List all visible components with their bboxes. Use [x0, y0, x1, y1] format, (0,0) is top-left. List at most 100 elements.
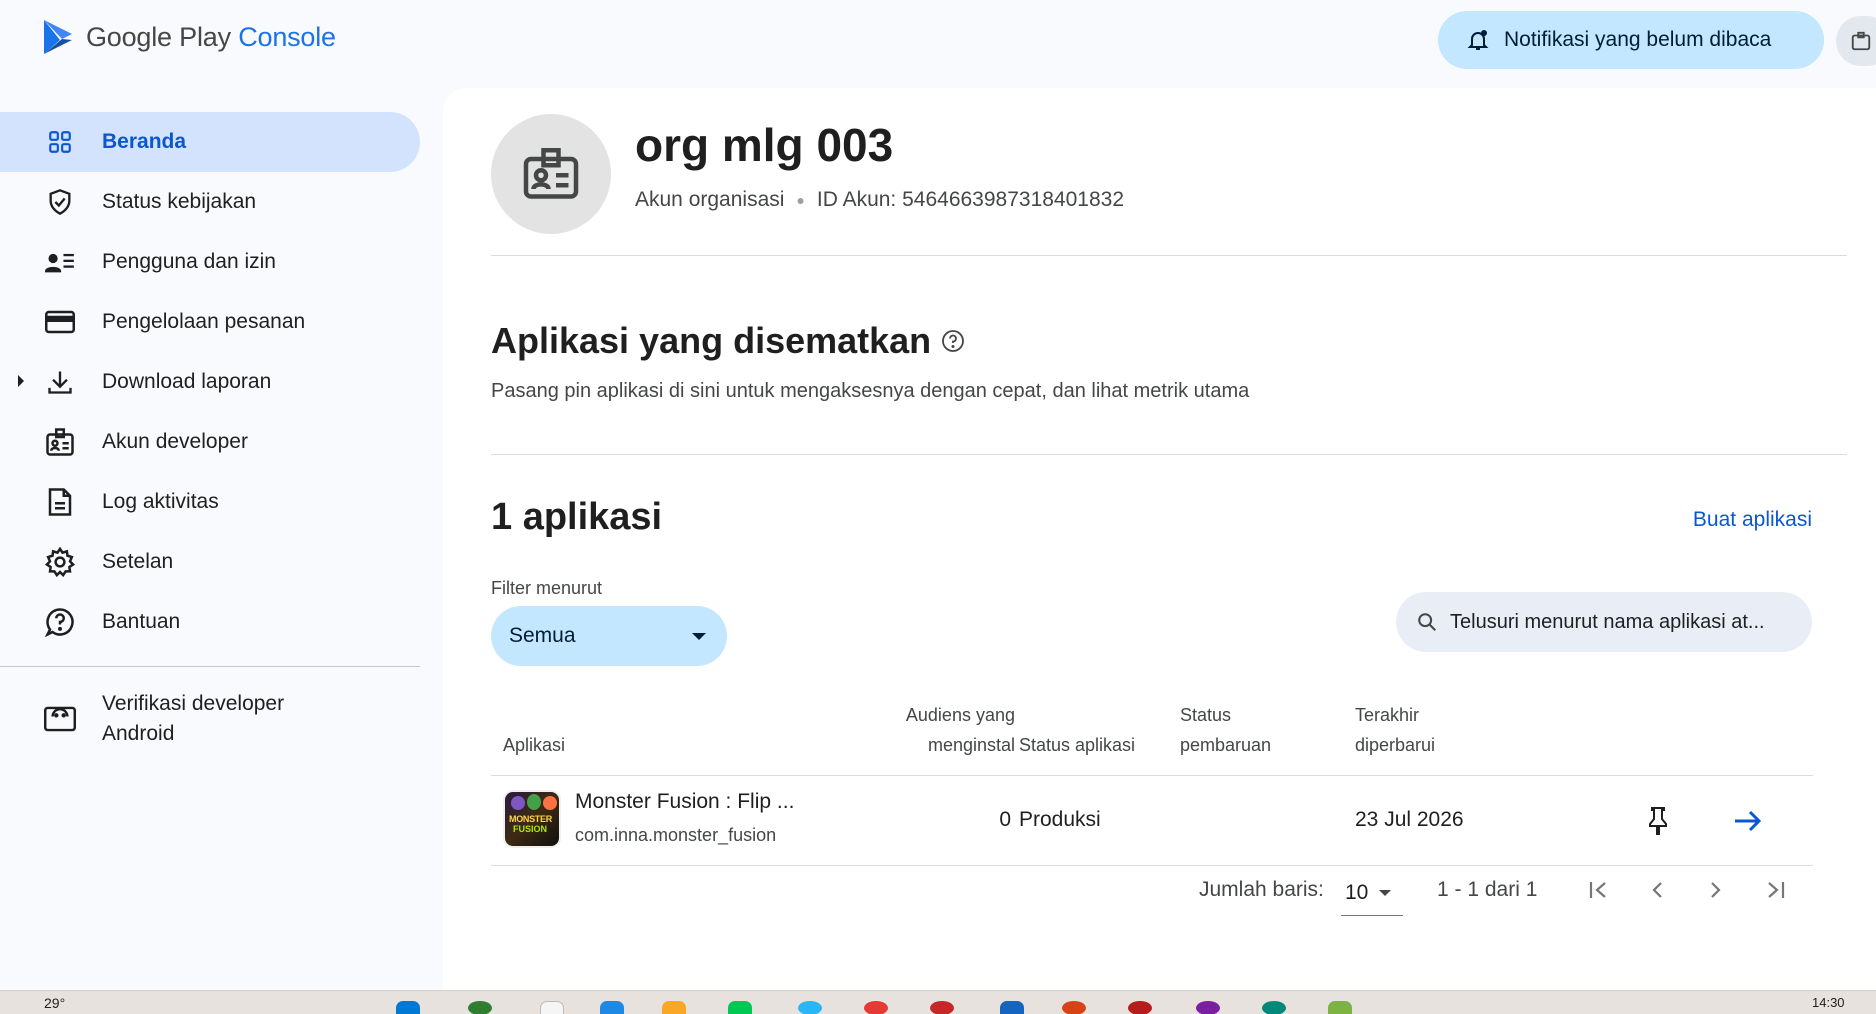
app-icon[interactable]: [1000, 1001, 1024, 1014]
taskbar-clock[interactable]: 14:30: [1812, 995, 1845, 1010]
sidebar-item-verifikasi-developer-android[interactable]: Verifikasi developer Android: [0, 681, 420, 757]
filter-label: Filter menurut: [491, 578, 603, 598]
browser-icon[interactable]: [930, 1001, 954, 1014]
users-list-icon: [44, 246, 76, 278]
unread-notifications-button[interactable]: Notifikasi yang belum dibaca: [1438, 11, 1824, 69]
app-icon[interactable]: [798, 1001, 822, 1014]
app-installs: 0: [999, 808, 1011, 831]
notification-bell-icon: [1467, 30, 1489, 50]
os-taskbar: 29° 14:30: [0, 990, 1876, 1014]
folder-icon[interactable]: [662, 1001, 686, 1014]
notification-button-label: Notifikasi yang belum dibaca: [1504, 28, 1772, 51]
gear-icon: [44, 546, 76, 578]
main-content: org mlg 003 Akun organisasi ● ID Akun: 5…: [443, 88, 1876, 993]
help-circle-icon[interactable]: [941, 329, 965, 353]
sidebar-item-label: Pengguna dan izin: [102, 250, 276, 273]
sidebar-item-pengguna-dan-izin[interactable]: Pengguna dan izin: [0, 232, 420, 292]
account-id: ID Akun: 5464663987318401832: [816, 188, 1125, 211]
arrow-right-icon[interactable]: [1733, 809, 1763, 833]
sidebar-item-label: Bantuan: [102, 610, 181, 633]
monster-green: [527, 794, 541, 810]
browser-icon[interactable]: [1262, 1001, 1286, 1014]
pin-icon[interactable]: [1647, 806, 1669, 836]
app-icon[interactable]: [468, 1001, 492, 1014]
badge-icon: [44, 426, 76, 458]
first-page-button[interactable]: [1581, 872, 1617, 908]
sidebar-item-label: Pengelolaan pesanan: [102, 310, 306, 333]
sidebar-item-pengelolaan-pesanan[interactable]: Pengelolaan pesanan: [0, 292, 420, 352]
search-icon: [1418, 613, 1436, 631]
filter-select-value: Semua: [509, 624, 576, 647]
next-page-button[interactable]: [1698, 872, 1734, 908]
chevron-right-icon: [1711, 882, 1721, 898]
taskbar-weather[interactable]: 29°: [44, 995, 65, 1011]
apps-count-title: 1 aplikasi: [491, 496, 663, 538]
sidebar-item-setelan[interactable]: Setelan: [0, 532, 420, 592]
last-page-icon: [1768, 882, 1785, 898]
logo-google-play: Google Play: [86, 21, 231, 52]
badge-icon: [1851, 31, 1871, 51]
document-icon: [44, 486, 76, 518]
app-icon: MONSTER FUSION: [503, 790, 561, 848]
browser-icon[interactable]: [1062, 1001, 1086, 1014]
sidebar-item-label-line2: Android: [102, 722, 175, 745]
app-name[interactable]: Monster Fusion : Flip ...: [575, 790, 794, 814]
section-divider: [491, 454, 1847, 455]
sidebar-item-beranda[interactable]: Beranda: [0, 112, 420, 172]
sidebar-item-label: Log aktivitas: [102, 490, 219, 513]
sidebar-item-label: Beranda: [102, 130, 187, 153]
column-header-audience[interactable]: Audiens yang menginstal: [843, 700, 1015, 760]
app-icon[interactable]: [864, 1001, 888, 1014]
sidebar-item-status-kebijakan[interactable]: Status kebijakan: [0, 172, 420, 232]
dropdown-arrow-icon: [692, 633, 706, 640]
logo-console: Console: [238, 21, 336, 52]
pagination-range: 1 - 1 dari 1: [1437, 878, 1538, 901]
column-header-last-updated[interactable]: Terakhir diperbarui: [1355, 700, 1435, 760]
credit-card-icon: [44, 306, 76, 338]
last-page-button[interactable]: [1757, 872, 1793, 908]
column-header-app-status[interactable]: Status aplikasi: [1019, 730, 1135, 760]
section-divider: [491, 255, 1847, 256]
previous-page-button[interactable]: [1639, 872, 1675, 908]
pinned-apps-title: Aplikasi yang disematkan: [491, 320, 965, 362]
app-icon[interactable]: [600, 1001, 624, 1014]
column-header-app[interactable]: Aplikasi: [503, 730, 565, 760]
start-icon[interactable]: [396, 1001, 420, 1014]
monster-purple: [511, 796, 525, 810]
create-app-link[interactable]: Buat aplikasi: [1693, 508, 1812, 532]
app-last-updated: 23 Jul 2026: [1355, 808, 1464, 831]
app-icon[interactable]: [540, 1001, 564, 1014]
app-icon[interactable]: [728, 1001, 752, 1014]
column-header-update-status[interactable]: Status pembaruan: [1180, 700, 1271, 760]
search-placeholder: Telusuri menurut nama aplikasi at...: [1450, 610, 1765, 633]
sidebar-item-label: Akun developer: [102, 430, 248, 453]
sidebar-item-bantuan[interactable]: Bantuan: [0, 592, 420, 652]
sidebar-item-download-laporan[interactable]: Download laporan: [0, 352, 420, 412]
download-icon: [44, 366, 76, 398]
developer-account-switch-button[interactable]: [1836, 16, 1876, 66]
home-grid-icon: [44, 126, 76, 158]
organization-avatar: [491, 114, 611, 234]
pinned-apps-description: Pasang pin aplikasi di sini untuk mengak…: [491, 380, 1250, 402]
rows-per-page-select[interactable]: 10: [1341, 870, 1403, 916]
pinned-apps-title-text: Aplikasi yang disematkan: [491, 320, 932, 361]
account-meta: Akun organisasi ● ID Akun: 5464663987318…: [635, 188, 1124, 212]
sidebar-item-log-aktivitas[interactable]: Log aktivitas: [0, 472, 420, 532]
browser-icon[interactable]: [1196, 1001, 1220, 1014]
sidebar-item-akun-developer[interactable]: Akun developer: [0, 412, 420, 472]
expand-caret-icon[interactable]: [16, 374, 26, 388]
table-row[interactable]: MONSTER FUSION Monster Fusion : Flip ...…: [491, 775, 1813, 866]
app-search-input[interactable]: Telusuri menurut nama aplikasi at...: [1396, 592, 1812, 652]
app-icon[interactable]: [1328, 1001, 1352, 1014]
android-verify-icon: [44, 703, 76, 735]
browser-icon[interactable]: [1128, 1001, 1152, 1014]
app-package: com.inna.monster_fusion: [575, 825, 777, 845]
google-play-console-logo[interactable]: Google Play Console: [40, 18, 336, 56]
column-header-update-line2: pembaruan: [1180, 735, 1272, 755]
app-icon-text-2: FUSION: [513, 824, 548, 834]
filter-select[interactable]: Semua: [491, 606, 727, 666]
rows-per-page-label: Jumlah baris:: [1199, 878, 1324, 901]
dropdown-arrow-icon: [1379, 889, 1392, 896]
organization-name: org mlg 003: [635, 119, 894, 171]
first-page-icon: [1589, 882, 1606, 898]
